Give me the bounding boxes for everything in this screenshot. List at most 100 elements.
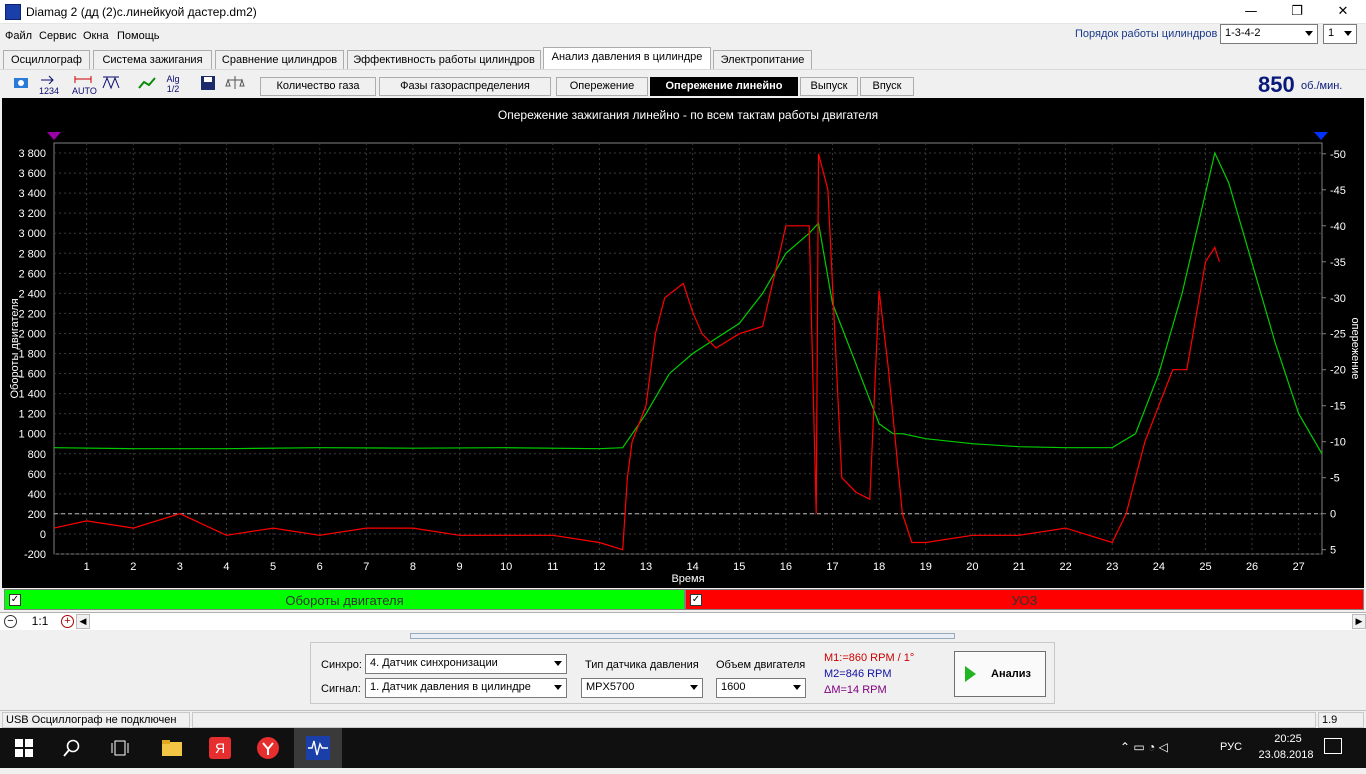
y-tick-label: 1 400 (18, 389, 46, 401)
search-icon[interactable] (48, 728, 96, 768)
y-tick-label: 1 600 (18, 369, 46, 381)
zoom-level: 1:1 (31, 614, 49, 628)
start-icon[interactable] (0, 728, 48, 768)
sync-select[interactable]: 4. Датчик синхронизации (365, 654, 567, 674)
signal-select[interactable]: 1. Датчик давления в цилиндре (365, 678, 567, 698)
tab-valve-timing[interactable]: Фазы газораспределения (379, 77, 551, 96)
x-tick-label: 22 (1059, 561, 1071, 573)
chart-area[interactable]: Опережение зажигания линейно - по всем т… (2, 98, 1364, 588)
y-tick-label: 1 000 (18, 429, 46, 441)
marker-icon[interactable] (10, 74, 32, 94)
file-explorer-icon[interactable] (148, 728, 196, 768)
notification-icon[interactable] (1324, 738, 1342, 754)
tab-oscilloscope[interactable]: Осциллограф (3, 50, 90, 69)
menu-help[interactable]: Помощь (117, 30, 160, 42)
language-indicator[interactable]: РУС (1220, 741, 1242, 753)
cylinder-order-value: 1-3-4-2 (1225, 27, 1261, 39)
tray-icons[interactable]: ⌃ ▭ ◔ ◁ (1120, 740, 1168, 754)
x-tick-label: 8 (410, 561, 416, 573)
x-tick-label: 24 (1153, 561, 1165, 573)
algorithm-icon[interactable]: Alg 1/2 (162, 74, 184, 94)
legend-advance-checkbox[interactable]: ✓ (690, 594, 702, 606)
x-tick-label: 7 (363, 561, 369, 573)
x-tick-label: 3 (177, 561, 183, 573)
sync-value: 4. Датчик синхронизации (370, 657, 498, 669)
y2-tick-label: -5 (1330, 473, 1340, 485)
x-tick-label: 10 (500, 561, 512, 573)
tab-cylinder-pressure[interactable]: Анализ давления в цилиндре (543, 47, 711, 69)
tab-intake[interactable]: Впуск (860, 77, 914, 96)
scroll-left-icon[interactable]: ◀ (76, 614, 90, 629)
menu-service[interactable]: Сервис (39, 30, 77, 42)
task-view-icon[interactable] (96, 728, 144, 768)
tab-cylinder-comparison[interactable]: Сравнение цилиндров (215, 50, 344, 69)
y2-tick-label: -35 (1330, 257, 1346, 269)
tab-advance[interactable]: Опережение (556, 77, 648, 96)
y-axis-label: Обороты двигателя (9, 298, 21, 398)
scale-icon[interactable] (100, 74, 122, 94)
x-tick-label: 9 (457, 561, 463, 573)
yandex-icon[interactable] (244, 728, 292, 768)
tab-ignition-system[interactable]: Система зажигания (93, 50, 212, 69)
sensor-type-select[interactable]: MPX5700 (581, 678, 703, 698)
tab-exhaust[interactable]: Выпуск (800, 77, 858, 96)
advance-chart[interactable]: Опережение зажигания линейно - по всем т… (2, 98, 1364, 588)
rpm-series-line (53, 151, 1323, 455)
legend-rpm-checkbox[interactable]: ✓ (9, 594, 21, 606)
cylinder-spinner[interactable]: 1 (1323, 24, 1357, 44)
legend-advance[interactable]: ✓ УОЗ (685, 589, 1364, 610)
clock-time[interactable]: 20:25 (1265, 733, 1311, 745)
y-tick-label: 3 800 (18, 148, 46, 160)
y2-tick-label: -50 (1330, 149, 1346, 161)
panel-splitter[interactable] (410, 633, 955, 639)
analyze-button[interactable]: Анализ (954, 651, 1046, 697)
volume-value: 1600 (721, 681, 746, 693)
scroll-right-icon[interactable]: ▶ (1352, 614, 1366, 629)
x-tick-label: 19 (920, 561, 932, 573)
window-title: Diamag 2 (дд (2)с.линейкуой дастер.dm2) (26, 5, 257, 19)
status-bar: USB Осциллограф не подключен 1.9 (0, 710, 1366, 728)
yandex-browser-icon[interactable]: Я (196, 728, 244, 768)
tab-gas-amount[interactable]: Количество газа (260, 77, 376, 96)
zoom-in-icon[interactable]: + (61, 615, 74, 628)
x-tick-label: 5 (270, 561, 276, 573)
menu-windows[interactable]: Окна (83, 30, 109, 42)
y2-tick-label: -40 (1330, 221, 1346, 233)
menu-file[interactable]: Файл (5, 30, 32, 42)
clock-date[interactable]: 23.08.2018 (1253, 749, 1319, 761)
y-tick-label: 800 (28, 449, 46, 461)
volume-select[interactable]: 1600 (716, 678, 806, 698)
y2-tick-label: 5 (1330, 545, 1336, 557)
x-tick-label: 11 (547, 561, 558, 573)
graph-icon[interactable] (136, 74, 158, 94)
y-tick-label: 1 200 (18, 409, 46, 421)
chevron-down-icon (554, 685, 562, 690)
minimize-button[interactable]: — (1228, 0, 1274, 24)
chevron-down-icon (1305, 31, 1313, 36)
y2-tick-label: -30 (1330, 293, 1346, 305)
x-tick-label: 17 (826, 561, 838, 573)
volume-label: Объем двигателя (716, 659, 806, 671)
status-text: USB Осциллограф не подключен (2, 712, 190, 728)
x-tick-label: 13 (640, 561, 652, 573)
y-tick-label: 2 200 (18, 308, 46, 320)
diamag-taskbar-icon[interactable] (294, 728, 342, 768)
y-tick-label: 0 (40, 529, 46, 541)
balance-icon[interactable] (224, 74, 246, 94)
cylinder-order-select[interactable]: 1-3-4-2 (1220, 24, 1318, 44)
status-middle (192, 712, 1316, 728)
save-icon[interactable] (197, 74, 219, 94)
legend-rpm[interactable]: ✓ Обороты двигателя (4, 589, 685, 610)
analyze-label: Анализ (991, 668, 1031, 680)
chart-title: Опережение зажигания линейно - по всем т… (498, 108, 878, 122)
close-button[interactable]: ✕ (1320, 0, 1366, 24)
signal-value: 1. Датчик давления в цилиндре (370, 681, 531, 693)
tab-power-supply[interactable]: Электропитание (713, 50, 812, 69)
number-icon[interactable]: 1234 (38, 74, 60, 96)
x-tick-label: 27 (1293, 561, 1305, 573)
zoom-out-icon[interactable]: − (4, 615, 17, 628)
tab-advance-linear[interactable]: Опережение линейно (650, 77, 798, 96)
auto-icon[interactable]: AUTO (72, 74, 97, 96)
maximize-button[interactable]: ❐ (1274, 0, 1320, 24)
tab-cylinder-efficiency[interactable]: Эффективность работы цилиндров (347, 50, 541, 69)
